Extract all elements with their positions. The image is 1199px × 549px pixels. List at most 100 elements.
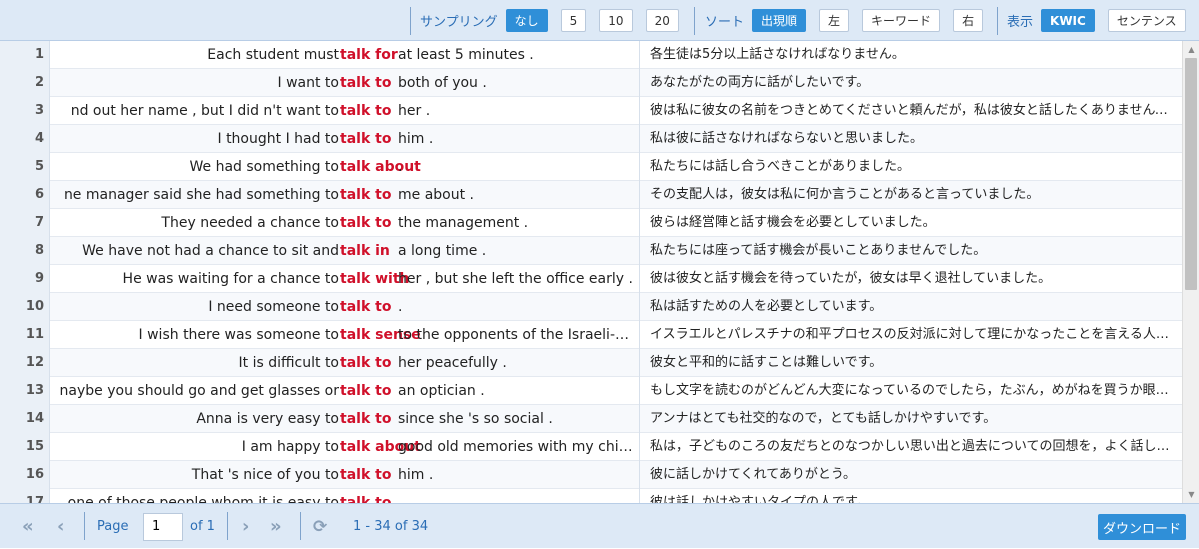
table-row[interactable]: 14 Anna is very easy to talk to since she '… — [0, 405, 1182, 433]
table-row[interactable]: 4 I thought I had to talk to him . 私は彼に話さなけれ… — [0, 125, 1182, 153]
kwic-cell: They needed a chance to talk to the manage… — [50, 209, 640, 237]
left-context: ne manager said she had something to — [63, 187, 339, 203]
prev-page-icon[interactable]: ‹ — [57, 504, 64, 549]
sort-label: ソート — [705, 15, 745, 30]
table-row[interactable]: 13 naybe you should go and get glasses or… — [0, 377, 1182, 405]
right-context: since she 's so social . — [398, 411, 553, 427]
display-kwic-button[interactable]: KWIC — [1041, 9, 1095, 32]
row-number: 6 — [0, 181, 50, 209]
vertical-scrollbar[interactable]: ▲ ▼ — [1182, 41, 1199, 503]
right-context: him . — [398, 131, 434, 147]
table-row[interactable]: 11 I wish there was someone to talk sense t… — [0, 321, 1182, 349]
translation-cell: 彼は私に彼女の名前をつきとめてくださいと頼んだが，私は彼女と話したくありませんで… — [650, 103, 1175, 118]
toolbar-separator — [997, 7, 998, 35]
row-number: 7 — [0, 209, 50, 237]
table-row[interactable]: 9 He was waiting for a chance to talk with… — [0, 265, 1182, 293]
left-context: I wish there was someone to — [138, 327, 339, 343]
page-number-input[interactable] — [143, 512, 183, 541]
left-context: I thought I had to — [217, 131, 339, 147]
right-context: the management . — [398, 215, 529, 231]
kwic-cell: I want to talk to both of you . — [50, 69, 640, 97]
first-page-icon[interactable]: « — [22, 504, 34, 549]
table-row[interactable]: 2 I want to talk to both of you . あなたがたの両方に話… — [0, 69, 1182, 97]
sampling-label: サンプリング — [420, 15, 498, 30]
translation-cell: 彼らは経営陣と話す機会を必要としていました。 — [650, 215, 936, 230]
scroll-down-arrow-icon[interactable]: ▼ — [1183, 486, 1199, 503]
sort-right-button[interactable]: 右 — [953, 9, 984, 32]
translation-cell: あなたがたの両方に話がしたいです。 — [650, 75, 870, 90]
right-context: a long time . — [398, 243, 487, 259]
keyword: talk to — [340, 187, 392, 203]
kwic-cell: ne manager said she had something to talk… — [50, 181, 640, 209]
kwic-cell: I thought I had to talk to him . — [50, 125, 640, 153]
table-row[interactable]: 7 They needed a chance to talk to the manag… — [0, 209, 1182, 237]
translation-cell: 私は，子どものころの友だちとのなつかしい思い出と過去についての回想を，よく話しま… — [650, 439, 1175, 454]
table-row[interactable]: 10 I need someone to talk to. 私は話すための人を必要とし… — [0, 293, 1182, 321]
sort-occurrence-button[interactable]: 出現順 — [752, 9, 807, 32]
keyword: talk to — [340, 299, 392, 315]
kwic-cell: He was waiting for a chance to talk with h… — [50, 265, 640, 293]
left-context: It is difficult to — [238, 355, 339, 371]
display-sentence-button[interactable]: センテンス — [1107, 9, 1186, 32]
table-row[interactable]: 16 That 's nice of you to talk to him . 彼に話し… — [0, 461, 1182, 489]
row-number: 10 — [0, 293, 50, 321]
kwic-cell: We have not had a chance to sit and talk … — [50, 237, 640, 265]
toolbar-separator — [410, 7, 411, 35]
sampling-10-button[interactable]: 10 — [599, 9, 633, 32]
keyword: talk to — [340, 411, 392, 427]
table-row[interactable]: 3 nd out her name , but I did n't want to… — [0, 97, 1182, 125]
left-context: I am happy to — [241, 439, 339, 455]
right-context: to the opponents of the Israeli-Palestin… — [398, 327, 636, 343]
right-context: him . — [398, 467, 434, 483]
row-number: 3 — [0, 97, 50, 125]
translation-cell: 私たちには話し合うべきことがありました。 — [650, 159, 911, 174]
sampling-5-button[interactable]: 5 — [560, 9, 587, 32]
translation-cell: 彼に話しかけてくれてありがとう。 — [650, 467, 857, 482]
row-number: 17 — [0, 489, 50, 503]
next-page-icon[interactable]: › — [242, 504, 249, 549]
left-context: naybe you should go and get glasses or — [59, 383, 339, 399]
left-context: We have not had a chance to sit and — [82, 243, 339, 259]
keyword: talk for — [340, 47, 398, 63]
last-page-icon[interactable]: » — [270, 504, 282, 549]
left-context: one of those people whom it is easy to — [67, 495, 339, 503]
of-label: of 1 — [190, 504, 215, 549]
sort-left-button[interactable]: 左 — [819, 9, 850, 32]
table-row[interactable]: 15 I am happy to talk about good old memori… — [0, 433, 1182, 461]
row-number: 15 — [0, 433, 50, 461]
sort-keyword-button[interactable]: キーワード — [862, 9, 941, 32]
sampling-20-button[interactable]: 20 — [645, 9, 679, 32]
kwic-cell: I wish there was someone to talk sense to … — [50, 321, 640, 349]
table-row[interactable]: 1 Each student must talk for at least 5 min… — [0, 41, 1182, 69]
left-context: I need someone to — [208, 299, 339, 315]
row-number: 16 — [0, 461, 50, 489]
left-context: He was waiting for a chance to — [122, 271, 339, 287]
left-context: nd out her name , but I did n't want to — [70, 103, 339, 119]
sampling-group: サンプリング なし 5 10 20 — [420, 0, 679, 41]
left-context: Each student must — [207, 47, 339, 63]
keyword: talk to — [340, 467, 392, 483]
row-number: 4 — [0, 125, 50, 153]
scroll-up-arrow-icon[interactable]: ▲ — [1183, 41, 1199, 58]
keyword: talk to — [340, 355, 392, 371]
table-row[interactable]: 12 It is difficult to talk to her peacefull… — [0, 349, 1182, 377]
scrollbar-thumb[interactable] — [1185, 58, 1197, 290]
table-row[interactable]: 6 ne manager said she had something to tal… — [0, 181, 1182, 209]
pagination-separator — [300, 512, 301, 540]
download-button[interactable]: ダウンロード — [1098, 514, 1186, 540]
row-number: 13 — [0, 377, 50, 405]
table-row[interactable]: 5 We had something to talk about. 私たちには話し合う… — [0, 153, 1182, 181]
translation-cell: 私は話すための人を必要としています。 — [650, 299, 883, 314]
toolbar: サンプリング なし 5 10 20 ソート 出現順 左 キーワード 右 表示 K… — [0, 0, 1199, 41]
kwic-cell: Each student must talk for at least 5 minu… — [50, 41, 640, 69]
table-row[interactable]: 8 We have not had a chance to sit and talk… — [0, 237, 1182, 265]
kwic-cell: That 's nice of you to talk to him . — [50, 461, 640, 489]
right-context: her . — [398, 103, 431, 119]
refresh-icon[interactable]: ⟳ — [313, 504, 327, 549]
table-row[interactable]: 17 one of those people whom it is easy to… — [0, 489, 1182, 503]
right-context: . — [398, 495, 403, 503]
kwic-cell: We had something to talk about. — [50, 153, 640, 181]
page-label-text: Page — [97, 519, 129, 534]
sampling-none-button[interactable]: なし — [505, 9, 548, 32]
concordance-grid: 1 Each student must talk for at least 5 min… — [0, 41, 1182, 503]
